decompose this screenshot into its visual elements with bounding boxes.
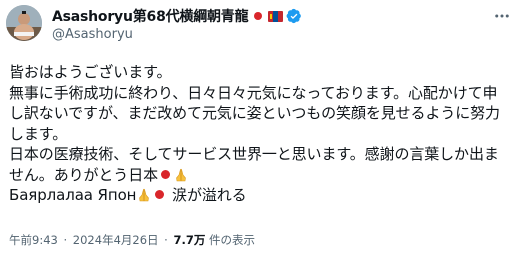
avatar[interactable] (6, 5, 42, 41)
meta-separator: · (164, 233, 168, 247)
japan-flag-emoji-icon (158, 167, 173, 182)
folded-hands-emoji-icon (139, 188, 150, 202)
user-handle[interactable]: @Asashoryu (52, 27, 133, 42)
japan-flag-icon (251, 9, 265, 23)
tweet-line: 無事に手術成功に終わり、日々日々元気になっております。心配かけて申 (9, 83, 498, 102)
tweet-meta: 午前9:43 · 2024年4月26日 · 7.7万 件の表示 (9, 232, 255, 248)
tweet-line-with-emoji: Баярлалаа Япон 涙が溢れる (9, 185, 525, 206)
tweet-line: 日本の医療技術、そしてサービス世界一と思います。感謝の言葉しか出ま (9, 145, 499, 163)
post-date[interactable]: 2024年4月26日 (73, 233, 159, 247)
tweet-line: し訳ないですが、まだ改めて元気に姿といつもの笑顔を見せるように努力 (9, 104, 500, 122)
tweet-card: Asashoryu第68代横綱朝青龍 @Asashoryu 皆おはようございます… (0, 0, 531, 266)
tweet-text: 皆おはようございます。 無事に手術成功に終わり、日々日々元気になっております。心… (9, 62, 525, 206)
views-label: 件の表示 (209, 233, 256, 247)
views-count[interactable]: 7.7万 (173, 233, 205, 247)
japan-flag-emoji-icon (152, 187, 167, 202)
tweet-header: Asashoryu第68代横綱朝青龍 @Asashoryu (0, 0, 531, 52)
folded-hands-emoji-icon (176, 168, 186, 181)
tweet-line-text: Баярлалаа Япон (9, 186, 137, 204)
more-options-icon (495, 14, 509, 18)
tweet-line-text: せん。ありがとう日本 (9, 165, 159, 184)
tweet-line: 皆おはようございます。 (9, 63, 172, 81)
post-time[interactable]: 午前9:43 (9, 233, 58, 247)
verified-badge-icon (286, 8, 302, 24)
display-name[interactable]: Asashoryu第68代横綱朝青龍 (52, 6, 249, 26)
mongolia-flag-icon (268, 10, 284, 22)
tweet-line: します。 (9, 124, 68, 143)
meta-separator: · (63, 233, 68, 247)
tweet-line-text: 涙が溢れる (172, 186, 247, 204)
tweet-line-with-emoji: せん。ありがとう日本 (9, 165, 525, 186)
more-options-button[interactable] (490, 6, 514, 26)
name-row: Asashoryu第68代横綱朝青龍 (52, 6, 302, 26)
